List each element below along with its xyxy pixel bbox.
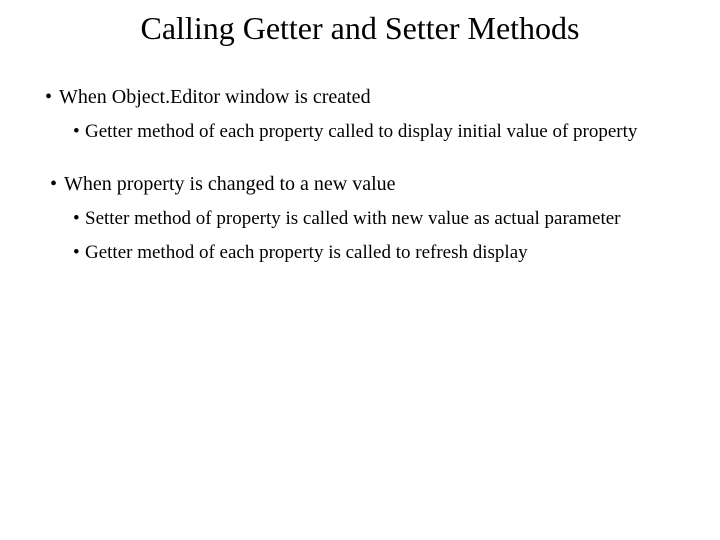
- slide-body: When Object.Editor window is created Get…: [0, 85, 720, 264]
- bullet-level2: Setter method of property is called with…: [73, 207, 645, 231]
- bullet-level2: Getter method of each property called to…: [73, 120, 645, 144]
- slide: Calling Getter and Setter Methods When O…: [0, 0, 720, 540]
- bullet-level1: When property is changed to a new value: [45, 172, 675, 197]
- bullet-level1: When Object.Editor window is created: [45, 85, 675, 110]
- bullet-level2: Getter method of each property is called…: [73, 241, 645, 265]
- slide-title: Calling Getter and Setter Methods: [0, 0, 720, 71]
